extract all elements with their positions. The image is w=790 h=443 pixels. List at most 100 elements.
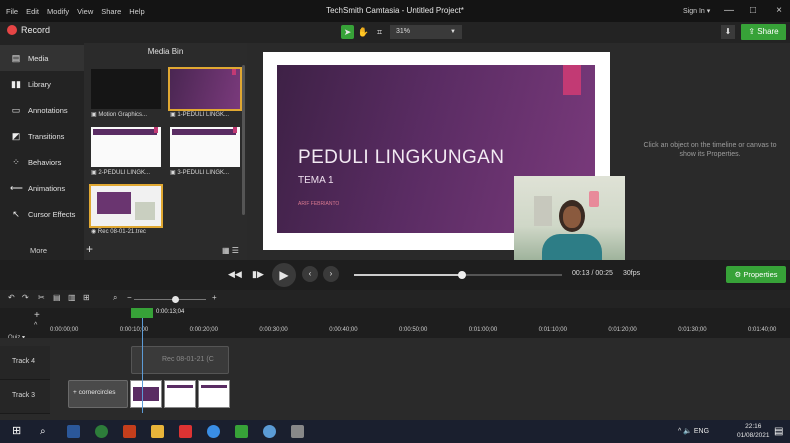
tool-cursor-effects[interactable]: ↖ Cursor Effects xyxy=(0,201,84,227)
maximize-button[interactable]: □ xyxy=(746,4,760,18)
tools-panel: ▤ Media ▮▮ Library ▭ Annotations ◩ Trans… xyxy=(0,43,84,260)
track-name: Track 4 xyxy=(12,358,36,365)
timeline-ruler[interactable]: + ^ 0:00:13;04 Quiz ▾ 0:00:00;000:00:10;… xyxy=(0,308,790,341)
whatsapp-icon[interactable] xyxy=(95,425,108,438)
tool-behaviors[interactable]: ⁘ Behaviors xyxy=(0,149,84,175)
recording-clip[interactable]: Rec 08-01-21 (C xyxy=(131,346,229,374)
system-tray[interactable]: ^ 🔈 ENG xyxy=(678,427,709,435)
download-icon[interactable]: ⬇ xyxy=(721,25,735,39)
tool-transitions[interactable]: ◩ Transitions xyxy=(0,123,84,149)
ruler-tick-label: 0:00:50;00 xyxy=(399,327,428,333)
timeline-zoom-slider[interactable] xyxy=(134,296,206,303)
timecode: 00:13 / 00:25 xyxy=(572,270,613,277)
crop-icon[interactable]: ⌗ xyxy=(373,25,386,39)
scrub-handle[interactable] xyxy=(458,271,467,279)
minimize-button[interactable]: — xyxy=(722,4,736,18)
playback-bar: ◀◀ ▮▶ ▶ ‹ › 00:13 / 00:25 30fps ⚙ Proper… xyxy=(0,260,790,290)
add-media-button[interactable]: + xyxy=(86,242,93,256)
properties-button[interactable]: ⚙ Properties xyxy=(726,266,786,283)
ruler-tick-label: 0:01:20;00 xyxy=(608,327,637,333)
media-item-label: ◉ Rec 08-01-21.trec xyxy=(91,229,146,235)
tool-annotations[interactable]: ▭ Annotations xyxy=(0,97,84,123)
slide-clip-3[interactable] xyxy=(198,380,230,408)
properties-hint: Click an object on the timeline or canva… xyxy=(643,142,777,158)
playhead-handle[interactable] xyxy=(131,308,153,318)
properties-label: Properties xyxy=(743,270,778,279)
share-button[interactable]: ⇪ Share xyxy=(741,24,786,40)
more-button[interactable]: More xyxy=(30,246,47,255)
zoom-in-icon[interactable]: + xyxy=(212,293,217,302)
grid-view-icon[interactable]: ▦ ☰ xyxy=(222,246,239,255)
ruler-tick-label: 0:01:40;00 xyxy=(748,327,777,333)
pdf-icon[interactable] xyxy=(179,425,192,438)
record-dot-icon xyxy=(7,25,17,35)
clock[interactable]: 22:16 01/08/2021 xyxy=(737,422,770,440)
media-item-slide-3[interactable]: ▣ 3-PEDULI LINGK... xyxy=(170,127,240,179)
annotation-icon: ▭ xyxy=(11,104,21,115)
copy-icon[interactable]: ▤ xyxy=(53,293,61,302)
media-bin-scrollbar[interactable] xyxy=(242,65,245,215)
tool-library-label: Library xyxy=(28,79,51,89)
ruler-tick-label: 0:01:30;00 xyxy=(678,327,707,333)
paste-icon[interactable]: ▥ xyxy=(68,293,76,302)
tool-animations-label: Animations xyxy=(28,183,66,193)
thumbnail xyxy=(89,184,163,228)
next-icon[interactable]: › xyxy=(323,266,339,282)
slide-clip-2[interactable] xyxy=(164,380,196,408)
undo-icon[interactable]: ↶ xyxy=(8,293,15,302)
cut-icon[interactable]: ✂ xyxy=(38,293,45,302)
browser-icon[interactable] xyxy=(263,425,276,438)
track-header-4[interactable]: Track 4 xyxy=(0,346,50,380)
windows-start-icon[interactable]: ⊞ xyxy=(12,425,25,438)
previous-icon[interactable]: ‹ xyxy=(302,266,318,282)
tool-library[interactable]: ▮▮ Library xyxy=(0,71,84,97)
zoom-slider-handle[interactable] xyxy=(172,296,179,303)
ruler-tick-label: 0:00:40;00 xyxy=(329,327,358,333)
chrome-icon[interactable] xyxy=(207,425,220,438)
behavior-icon: ⁘ xyxy=(12,156,20,167)
sign-in-button[interactable]: Sign In ▾ xyxy=(683,7,710,15)
search-icon[interactable]: ⌕ xyxy=(40,425,53,438)
zoom-out-icon[interactable]: − xyxy=(127,293,132,302)
hand-pan-icon[interactable]: ✋ xyxy=(357,25,370,39)
clock-time: 22:16 xyxy=(745,423,762,430)
file-explorer-icon[interactable] xyxy=(151,425,164,438)
cornercircles-clip[interactable]: + cornercircles xyxy=(68,380,128,408)
tool-media[interactable]: ▤ Media xyxy=(0,45,84,71)
track-name: Track 3 xyxy=(12,392,36,399)
canvas-area: PEDULI LINGKUNGAN TEMA 1 ARIF FEBRIANTO xyxy=(247,43,625,260)
camtasia-icon[interactable] xyxy=(235,425,248,438)
tool-animations[interactable]: ⟵ Animations xyxy=(0,175,84,201)
tool-annotations-label: Annotations xyxy=(28,105,68,115)
track-header-3[interactable]: Track 3 xyxy=(0,380,50,414)
play-button[interactable]: ▶ xyxy=(272,263,296,287)
zoom-dropdown[interactable]: 31% ▼ xyxy=(390,25,462,39)
close-button[interactable]: × xyxy=(772,4,786,18)
canvas-frame[interactable]: PEDULI LINGKUNGAN TEMA 1 ARIF FEBRIANTO xyxy=(263,52,625,260)
settings-icon[interactable] xyxy=(291,425,304,438)
word-icon[interactable] xyxy=(67,425,80,438)
notifications-icon[interactable]: ▤ xyxy=(774,425,787,438)
ruler-tick-label: 0:00:10;00 xyxy=(119,327,149,333)
arrow-pointer-icon[interactable]: ➤ xyxy=(341,25,354,39)
step-back-icon[interactable]: ▮▶ xyxy=(252,269,264,280)
zoom-icon[interactable]: ⌕ xyxy=(113,293,117,303)
record-button[interactable]: Record xyxy=(7,25,50,35)
slide-accent xyxy=(563,65,581,95)
media-item-slide-2[interactable]: ▣ 2-PEDULI LINGK... xyxy=(91,127,161,179)
media-item-slide-1[interactable]: ▣ 1-PEDULI LINGK... xyxy=(168,67,242,121)
media-item-motion-graphics[interactable]: ▣ Motion Graphics... xyxy=(91,69,161,121)
redo-icon[interactable]: ↷ xyxy=(22,293,29,302)
powerpoint-icon[interactable] xyxy=(123,425,136,438)
transition-icon: ◩ xyxy=(11,130,21,141)
webcam-overlay[interactable] xyxy=(514,176,625,260)
media-item-recording[interactable]: ◉ Rec 08-01-21.trec xyxy=(89,184,163,238)
slide-clip-1[interactable] xyxy=(130,380,162,408)
toolbar: Record ➤ ✋ ⌗ 31% ▼ ⬇ ⇪ Share xyxy=(0,22,790,43)
scrub-bar[interactable] xyxy=(354,271,562,279)
add-track-icon[interactable]: + xyxy=(34,310,40,321)
collapse-icon[interactable]: ^ xyxy=(34,322,37,329)
rewind-icon[interactable]: ◀◀ xyxy=(228,269,242,280)
ruler-tick-label: 0:01:10;00 xyxy=(538,327,567,333)
split-icon[interactable]: ⊞ xyxy=(83,293,90,302)
